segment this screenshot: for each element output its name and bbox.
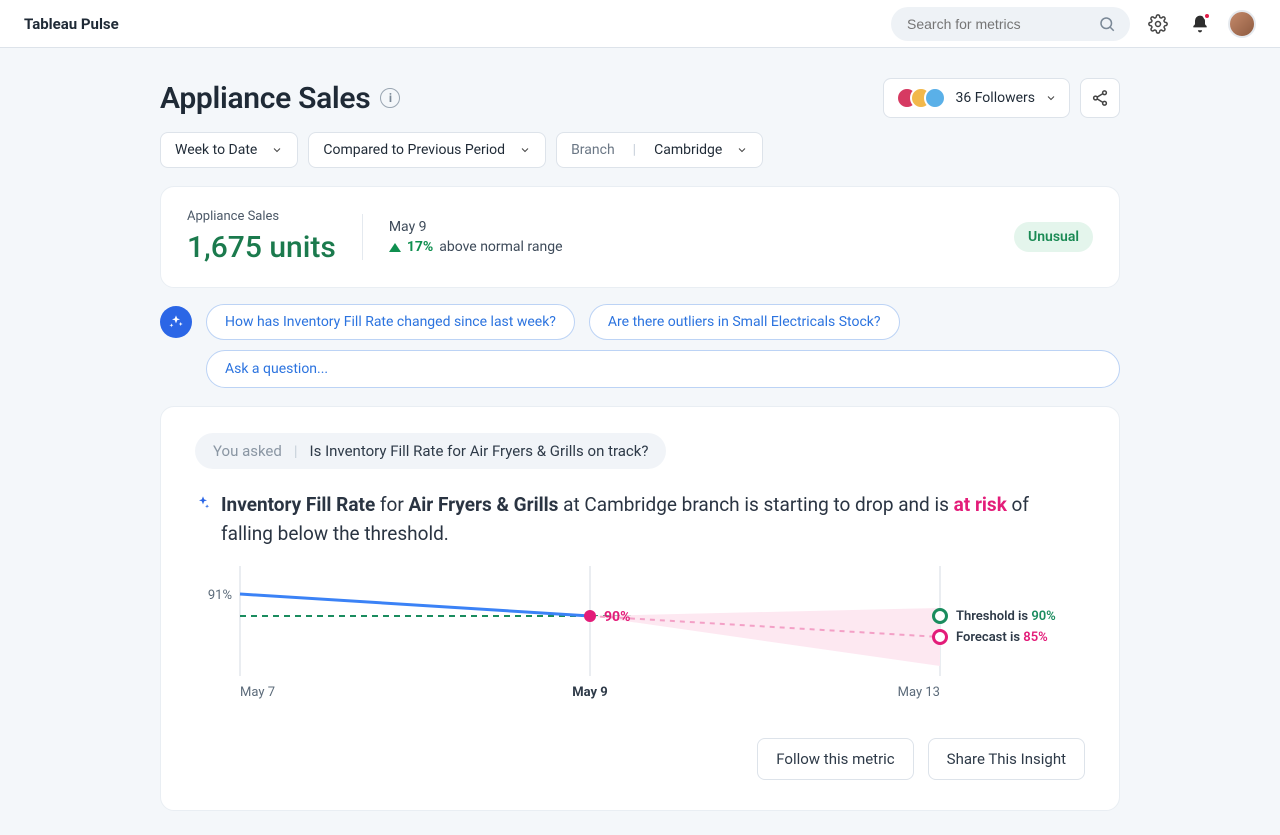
search-icon	[1098, 15, 1116, 33]
metric-date: May 9	[389, 219, 563, 235]
status-badge: Unusual	[1014, 222, 1093, 252]
search-input[interactable]	[905, 15, 1090, 33]
you-asked-pill: You asked | Is Inventory Fill Rate for A…	[195, 433, 666, 469]
ai-sparkle-button[interactable]	[160, 306, 192, 338]
settings-button[interactable]	[1144, 10, 1172, 38]
page-title: Appliance Sales	[160, 81, 370, 116]
gear-icon	[1148, 14, 1168, 34]
followers-button[interactable]: 36 Followers	[883, 78, 1071, 118]
user-avatar[interactable]	[1228, 10, 1256, 38]
sparkle-icon	[195, 495, 211, 511]
svg-text:May 7: May 7	[240, 685, 275, 700]
chevron-down-icon	[271, 144, 283, 156]
top-nav: Tableau Pulse	[0, 0, 1280, 48]
svg-text:May 9: May 9	[572, 685, 607, 700]
svg-text:91%: 91%	[208, 588, 232, 603]
chevron-down-icon	[519, 144, 531, 156]
chevron-down-icon	[736, 144, 748, 156]
fill-rate-chart: 91% 90% Threshold is 90%	[195, 556, 1085, 720]
share-icon	[1091, 89, 1109, 107]
share-button[interactable]	[1080, 78, 1120, 118]
follower-avatars	[896, 87, 946, 109]
metric-value: 1,675 units	[187, 230, 336, 265]
ask-question-input[interactable]: Ask a question...	[206, 350, 1120, 388]
brand-label: Tableau Pulse	[24, 15, 119, 33]
info-icon[interactable]: i	[380, 88, 400, 108]
insight-card: You asked | Is Inventory Fill Rate for A…	[160, 406, 1120, 811]
period-filter[interactable]: Week to Date	[160, 132, 298, 168]
compare-filter[interactable]: Compared to Previous Period	[308, 132, 546, 168]
notification-dot-icon	[1203, 12, 1211, 20]
svg-text:Threshold is 90%: Threshold is 90%	[956, 609, 1056, 624]
svg-text:May 13: May 13	[898, 685, 940, 700]
dimension-filter[interactable]: Branch | Cambridge	[556, 132, 763, 168]
you-asked-question: Is Inventory Fill Rate for Air Fryers & …	[310, 442, 649, 460]
share-insight-button[interactable]: Share This Insight	[928, 738, 1085, 780]
suggested-question-2[interactable]: Are there outliers in Small Electricals …	[589, 304, 900, 340]
insight-sentence: Inventory Fill Rate for Air Fryers & Gri…	[221, 491, 1061, 548]
notifications-button[interactable]	[1186, 10, 1214, 38]
followers-label: 36 Followers	[956, 90, 1036, 106]
svg-text:90%: 90%	[604, 609, 630, 625]
metric-summary-card: Appliance Sales 1,675 units May 9 17% ab…	[160, 186, 1120, 288]
suggested-question-1[interactable]: How has Inventory Fill Rate changed sinc…	[206, 304, 575, 340]
chevron-down-icon	[1045, 92, 1057, 104]
metric-name: Appliance Sales	[187, 209, 336, 224]
metric-delta: 17% above normal range	[389, 239, 563, 255]
search-input-wrapper[interactable]	[891, 7, 1130, 41]
svg-text:Forecast is 85%: Forecast is 85%	[956, 630, 1048, 645]
arrow-up-icon	[389, 243, 401, 252]
follow-metric-button[interactable]: Follow this metric	[757, 738, 913, 780]
sparkle-icon	[168, 314, 184, 330]
